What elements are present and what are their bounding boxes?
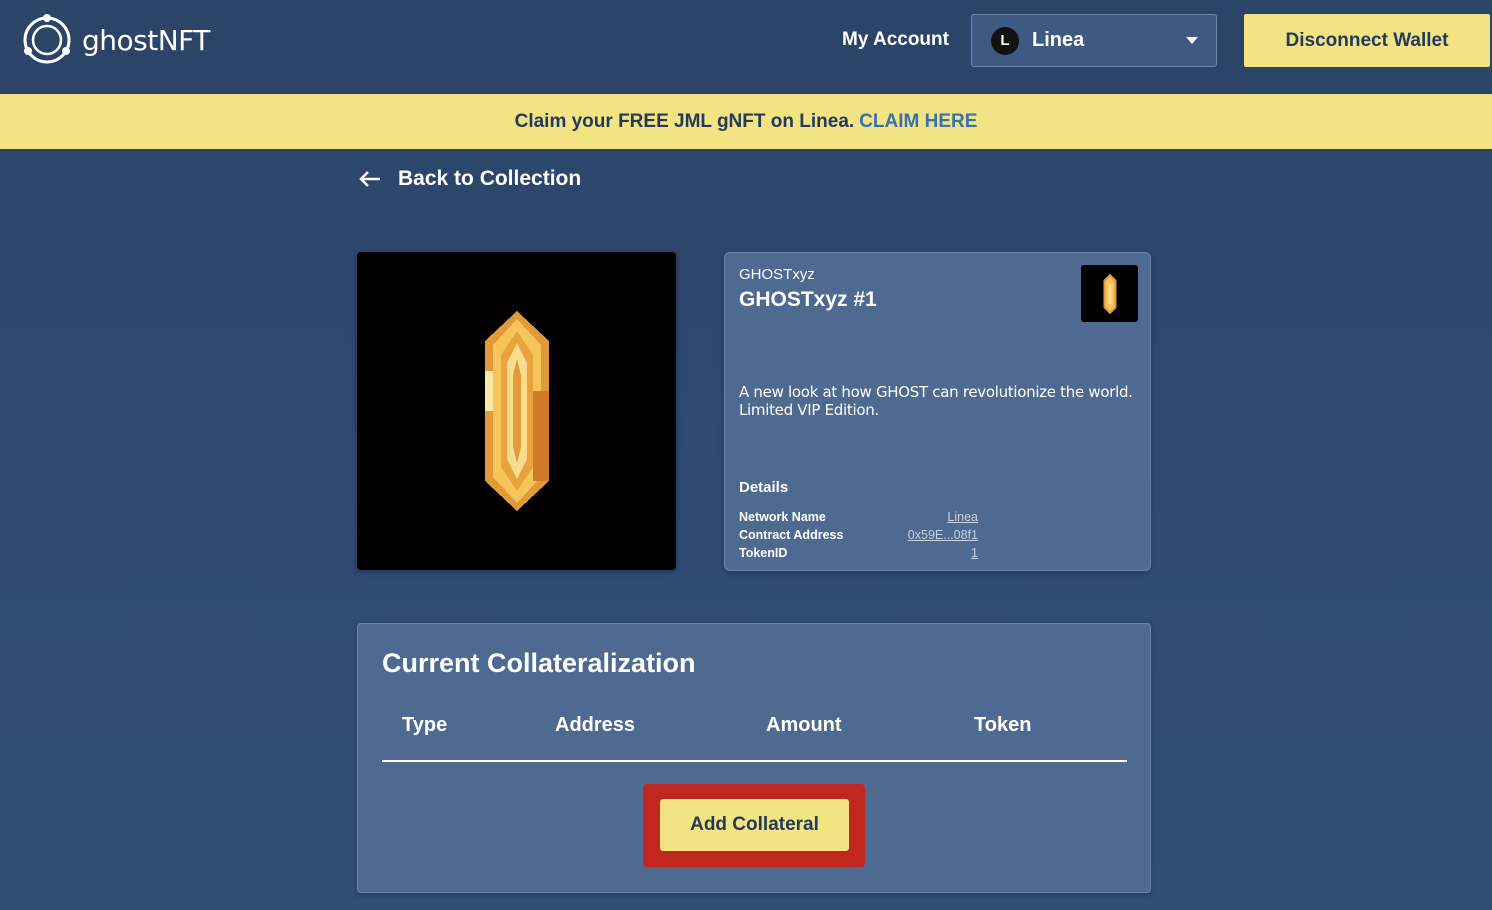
column-header-amount: Amount bbox=[766, 714, 842, 736]
nft-image bbox=[357, 252, 676, 570]
back-label: Back to Collection bbox=[398, 167, 582, 190]
add-collateral-button[interactable]: Add Collateral bbox=[660, 799, 849, 851]
nft-info-card: GHOSTxyz GHOSTxyz #1 A new look at how G… bbox=[724, 252, 1151, 571]
detail-key: Network Name bbox=[739, 510, 826, 524]
top-navbar: ghostNFT My Account L Linea Disconnect W… bbox=[0, 0, 1492, 94]
my-account-link[interactable]: My Account bbox=[842, 29, 949, 51]
chevron-down-icon bbox=[1186, 37, 1198, 44]
back-to-collection-link[interactable]: Back to Collection bbox=[358, 167, 581, 191]
nft-description: A new look at how GHOST can revolutioniz… bbox=[739, 383, 1133, 419]
collateralization-title: Current Collateralization bbox=[382, 648, 696, 678]
detail-key: TokenID bbox=[739, 546, 788, 560]
token-title: GHOSTxyz #1 bbox=[739, 288, 877, 311]
table-divider bbox=[382, 760, 1127, 762]
nft-thumbnail bbox=[1081, 265, 1138, 322]
logo[interactable]: ghostNFT bbox=[18, 11, 210, 69]
collection-name: GHOSTxyz bbox=[739, 266, 815, 283]
details-heading: Details bbox=[739, 479, 789, 496]
detail-key: Contract Address bbox=[739, 528, 844, 542]
linea-icon: L bbox=[991, 26, 1019, 55]
claim-banner: Claim your FREE JML gNFT on Linea. CLAIM… bbox=[0, 94, 1492, 149]
network-select[interactable]: L Linea bbox=[971, 14, 1217, 67]
column-header-type: Type bbox=[402, 714, 448, 736]
banner-text: Claim your FREE JML gNFT on Linea. bbox=[514, 110, 855, 132]
column-header-token: Token bbox=[974, 714, 1032, 736]
arrow-left-icon bbox=[359, 171, 380, 187]
logo-text: ghostNFT bbox=[82, 23, 210, 57]
disconnect-wallet-button[interactable]: Disconnect Wallet bbox=[1244, 14, 1490, 67]
ghost-logo-icon bbox=[23, 14, 71, 64]
claim-here-link[interactable]: CLAIM HERE bbox=[859, 111, 977, 133]
collateralization-card: Current Collateralization Type Address A… bbox=[357, 623, 1151, 893]
gold-crystal-thumb-icon bbox=[1103, 273, 1116, 314]
column-header-address: Address bbox=[555, 714, 636, 736]
detail-value-tokenid[interactable]: 1 bbox=[971, 546, 978, 560]
network-label: Linea bbox=[1032, 29, 1085, 51]
gold-crystal-icon bbox=[484, 311, 549, 511]
detail-value-contract[interactable]: 0x59E...08f1 bbox=[908, 528, 978, 542]
detail-value-network[interactable]: Linea bbox=[947, 510, 978, 524]
